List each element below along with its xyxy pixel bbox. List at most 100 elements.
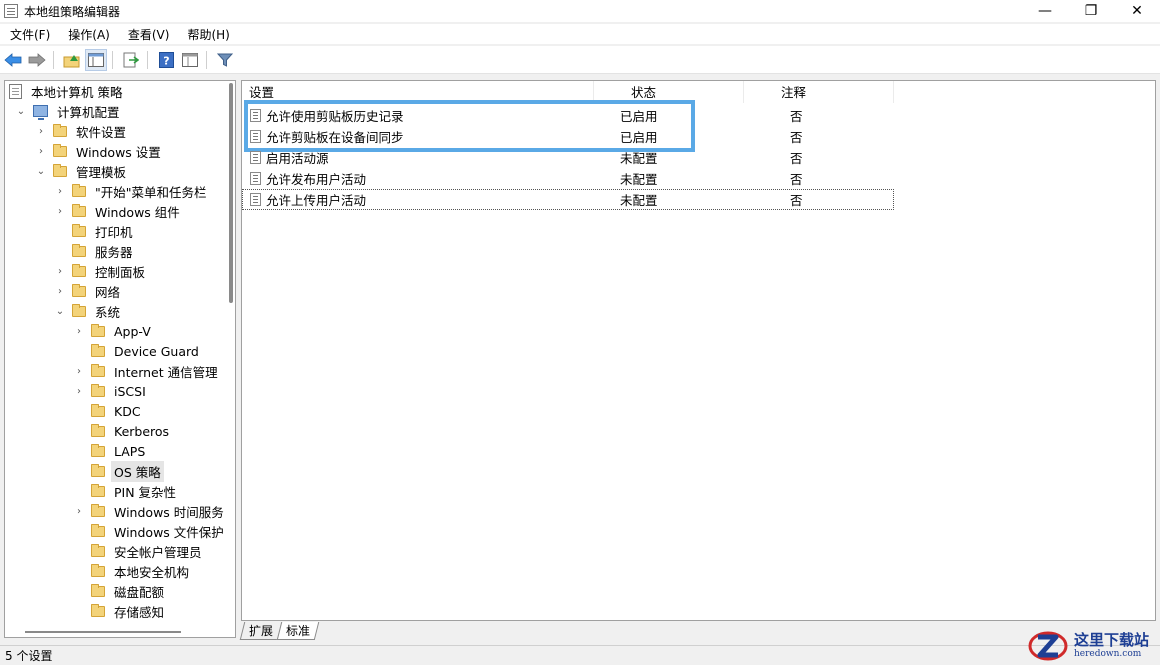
chevron-down-icon[interactable]: ⌄ xyxy=(15,106,27,117)
tree-node[interactable]: 安全帐户管理员 xyxy=(73,541,205,561)
folder-icon xyxy=(72,183,86,197)
tree-node-label: "开始"菜单和任务栏 xyxy=(95,184,207,200)
svg-text:?: ? xyxy=(163,54,169,67)
console-tree[interactable]: 本地计算机 策略 ⌄ 计算机配置 › 软件设置 › Windows 设置 ⌄ 管理模板 › "开始"… xyxy=(4,80,236,638)
setting-row[interactable]: 允许使用剪贴板历史记录 已启用 否 xyxy=(242,105,894,126)
tree-node[interactable]: › 网络 xyxy=(54,281,123,301)
tree-node-label: 服务器 xyxy=(95,244,133,260)
computer-icon xyxy=(33,105,48,120)
minimize-button[interactable]: — xyxy=(1022,0,1068,22)
tree-node[interactable]: › 控制面板 xyxy=(54,261,148,281)
help-button[interactable]: ? xyxy=(155,49,177,71)
site-watermark: 这里下载站 heredown.com xyxy=(1026,627,1158,663)
properties-button[interactable] xyxy=(179,49,201,71)
tree-node[interactable]: 磁盘配额 xyxy=(73,581,167,601)
tree-node[interactable]: › 软件设置 xyxy=(35,121,129,141)
close-button[interactable]: ✕ xyxy=(1114,0,1160,22)
tree-node-label: Windows 时间服务 xyxy=(114,504,224,520)
folder-icon xyxy=(72,243,86,257)
chevron-right-icon[interactable]: › xyxy=(35,146,47,157)
tree-node[interactable]: PIN 复杂性 xyxy=(73,481,179,501)
tree-node[interactable]: › Internet 通信管理 xyxy=(73,361,221,381)
tree-node-label: Windows 设置 xyxy=(76,144,161,160)
folder-icon xyxy=(91,463,105,477)
tree-node[interactable]: ⌄ 系统 xyxy=(54,301,123,321)
chevron-down-icon[interactable]: ⌄ xyxy=(54,306,66,317)
chevron-right-icon[interactable]: › xyxy=(54,266,66,277)
chevron-right-icon[interactable]: › xyxy=(54,286,66,297)
folder-icon xyxy=(91,523,105,537)
setting-name-cell: 允许发布用户活动 xyxy=(242,169,594,188)
back-button[interactable] xyxy=(2,49,24,71)
tree-horizontal-scrollbar[interactable] xyxy=(25,631,181,633)
tree-node[interactable]: 存储感知 xyxy=(73,601,167,621)
folder-icon xyxy=(91,363,105,377)
chevron-right-icon[interactable]: › xyxy=(54,186,66,197)
toolbar: ? xyxy=(0,46,1160,74)
filter-button[interactable] xyxy=(214,49,236,71)
chevron-right-icon[interactable]: › xyxy=(73,506,85,517)
setting-name-cell: 允许上传用户活动 xyxy=(242,190,594,209)
view-tabs: 扩展 标准 xyxy=(239,622,320,642)
folder-icon xyxy=(53,123,67,137)
settings-list[interactable]: 设置 状态 注释 允许使用剪贴板历史记录 已启用否允许剪贴板在设备间同步 已启用否启… xyxy=(241,80,1156,621)
tab-extended[interactable]: 扩展 xyxy=(239,622,283,640)
setting-state: 已启用 xyxy=(620,130,658,145)
chevron-right-icon[interactable]: › xyxy=(35,126,47,137)
tab-standard[interactable]: 标准 xyxy=(276,622,320,640)
tree-vertical-scrollbar[interactable] xyxy=(229,83,233,303)
tree-node[interactable]: Kerberos xyxy=(73,421,172,441)
help-icon: ? xyxy=(158,51,174,68)
setting-row[interactable]: 启用活动源 未配置 否 xyxy=(242,147,894,168)
tree-node-label: 软件设置 xyxy=(76,124,127,140)
menu-help[interactable]: 帮助(H) xyxy=(177,26,237,43)
tree-node[interactable]: › iSCSI xyxy=(73,381,149,401)
folder-icon xyxy=(91,323,105,337)
properties-icon xyxy=(182,52,198,67)
forward-button[interactable] xyxy=(26,49,48,71)
folder-icon xyxy=(72,283,86,297)
menu-file[interactable]: 文件(F) xyxy=(0,26,58,43)
column-header-setting[interactable]: 设置 xyxy=(242,81,594,103)
up-button[interactable] xyxy=(61,49,83,71)
tree-node[interactable]: OS 策略 xyxy=(73,460,164,482)
tree-node[interactable]: › App-V xyxy=(73,321,154,341)
menu-view[interactable]: 查看(V) xyxy=(118,26,178,43)
window-controls: — ❐ ✕ xyxy=(1022,0,1160,22)
tree-node[interactable]: 打印机 xyxy=(54,221,136,241)
tree-node[interactable]: › "开始"菜单和任务栏 xyxy=(54,181,210,201)
tree-node[interactable]: 本地安全机构 xyxy=(73,561,192,581)
tree-node[interactable]: › Windows 设置 xyxy=(35,141,164,161)
setting-row[interactable]: 允许上传用户活动 未配置 否 xyxy=(242,189,894,210)
tree-node[interactable]: › Windows 时间服务 xyxy=(73,501,227,521)
chevron-right-icon[interactable]: › xyxy=(73,326,85,337)
export-list-button[interactable] xyxy=(120,49,142,71)
tree-node[interactable]: Windows 文件保护 xyxy=(73,521,227,541)
policy-setting-icon xyxy=(250,151,261,164)
setting-name: 允许使用剪贴板历史记录 xyxy=(266,109,404,124)
column-header-state[interactable]: 状态 xyxy=(594,81,744,103)
tree-node[interactable]: ⌄ 计算机配置 xyxy=(15,101,123,121)
chevron-down-icon[interactable]: ⌄ xyxy=(35,166,47,177)
chevron-right-icon[interactable]: › xyxy=(73,386,85,397)
tree-node[interactable]: LAPS xyxy=(73,441,148,461)
tree-node[interactable]: 本地计算机 策略 xyxy=(9,81,125,101)
tree-node[interactable]: 服务器 xyxy=(54,241,136,261)
maximize-button[interactable]: ❐ xyxy=(1068,0,1114,22)
show-hide-tree-button[interactable] xyxy=(85,48,107,71)
folder-icon xyxy=(72,263,86,277)
tree-node-label: PIN 复杂性 xyxy=(114,484,177,500)
setting-row[interactable]: 允许发布用户活动 未配置 否 xyxy=(242,168,894,189)
tree-node[interactable]: Device Guard xyxy=(73,341,202,361)
filter-icon xyxy=(217,53,233,67)
tree-node[interactable]: › Windows 组件 xyxy=(54,201,183,221)
tree-node[interactable]: KDC xyxy=(73,401,144,421)
setting-row[interactable]: 允许剪贴板在设备间同步 已启用 否 xyxy=(242,126,894,147)
chevron-right-icon[interactable]: › xyxy=(54,206,66,217)
tab-standard-label: 标准 xyxy=(286,624,311,638)
tree-node[interactable]: ⌄ 管理模板 xyxy=(35,161,129,181)
policy-setting-icon xyxy=(250,109,261,122)
menu-action[interactable]: 操作(A) xyxy=(58,26,118,43)
chevron-right-icon[interactable]: › xyxy=(73,366,85,377)
column-header-comment[interactable]: 注释 xyxy=(744,81,894,103)
